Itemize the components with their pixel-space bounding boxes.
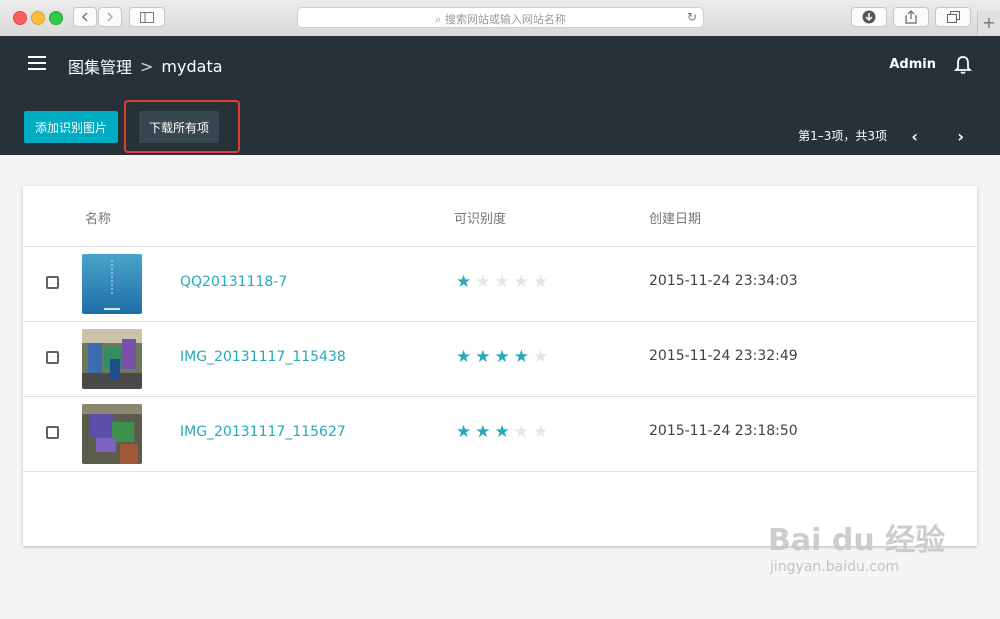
star-empty-icon: ★ bbox=[475, 272, 495, 292]
row-checkbox[interactable] bbox=[46, 426, 59, 439]
star-empty-icon: ★ bbox=[513, 422, 533, 442]
star-filled-icon: ★ bbox=[513, 347, 533, 367]
tabs-overview-button[interactable] bbox=[935, 7, 971, 27]
next-page-button[interactable]: › bbox=[957, 127, 964, 146]
search-icon: ⌕ bbox=[435, 13, 442, 26]
prev-page-button[interactable]: ‹ bbox=[911, 127, 918, 146]
reload-icon[interactable]: ↻ bbox=[687, 10, 697, 24]
created-date: 2015-11-24 23:18:50 bbox=[649, 423, 798, 439]
user-name[interactable]: Admin bbox=[889, 57, 936, 72]
table-row[interactable]: IMG_20131117_115627 ★★★★★ 2015-11-24 23:… bbox=[23, 397, 977, 472]
created-date: 2015-11-24 23:32:49 bbox=[649, 348, 798, 364]
download-all-button[interactable]: 下载所有项 bbox=[139, 111, 219, 143]
address-placeholder: ⌕ 搜索网站或输入网站名称 bbox=[298, 11, 703, 27]
image-name-link[interactable]: IMG_20131117_115438 bbox=[180, 349, 346, 365]
table-header: 名称 可识别度 创建日期 bbox=[23, 186, 977, 247]
sidebar-toggle-button[interactable] bbox=[129, 7, 165, 27]
row-checkbox[interactable] bbox=[46, 276, 59, 289]
pagination-text: 第1–3项，共3项 bbox=[798, 129, 887, 143]
address-placeholder-text: 搜索网站或输入网站名称 bbox=[444, 13, 566, 26]
data-table: 名称 可识别度 创建日期 QQ20131118-7 ★★★★★ 2015-11-… bbox=[23, 186, 977, 546]
browser-toolbar: ⌕ 搜索网站或输入网站名称 ↻ + bbox=[0, 0, 1000, 37]
minimize-window-button[interactable] bbox=[31, 11, 45, 25]
star-empty-icon: ★ bbox=[533, 272, 553, 292]
watermark-url: jingyan.baidu.com bbox=[770, 559, 900, 575]
star-filled-icon: ★ bbox=[475, 347, 495, 367]
star-empty-icon: ★ bbox=[513, 272, 533, 292]
share-icon bbox=[905, 10, 917, 24]
star-filled-icon: ★ bbox=[475, 422, 495, 442]
column-header-created[interactable]: 创建日期 bbox=[649, 208, 701, 227]
watermark-brand: Bai du 经验 bbox=[768, 523, 946, 558]
back-button[interactable] bbox=[73, 7, 97, 27]
star-empty-icon: ★ bbox=[494, 272, 514, 292]
close-window-button[interactable] bbox=[13, 11, 27, 25]
watermark: Bai du 经验 jingyan.baidu.com bbox=[768, 515, 945, 575]
star-filled-icon: ★ bbox=[494, 422, 514, 442]
rating-stars: ★★★★★ bbox=[456, 422, 552, 442]
rating-stars: ★★★★★ bbox=[456, 347, 552, 367]
download-icon bbox=[862, 10, 876, 24]
notification-bell-icon[interactable] bbox=[953, 55, 973, 75]
star-filled-icon: ★ bbox=[456, 347, 476, 367]
star-filled-icon: ★ bbox=[456, 272, 476, 292]
breadcrumb-current: mydata bbox=[161, 56, 223, 76]
image-name-link[interactable]: QQ20131118-7 bbox=[180, 274, 287, 290]
add-image-button[interactable]: 添加识别图片 bbox=[24, 111, 118, 143]
share-button[interactable] bbox=[893, 7, 929, 27]
image-thumbnail[interactable] bbox=[82, 254, 142, 314]
breadcrumb-root[interactable]: 图集管理 bbox=[68, 54, 132, 78]
star-filled-icon: ★ bbox=[456, 422, 476, 442]
maximize-window-button[interactable] bbox=[49, 11, 63, 25]
downloads-button[interactable] bbox=[851, 7, 887, 27]
table-row[interactable]: QQ20131118-7 ★★★★★ 2015-11-24 23:34:03 bbox=[23, 247, 977, 322]
image-thumbnail[interactable] bbox=[82, 329, 142, 389]
image-thumbnail[interactable] bbox=[82, 404, 142, 464]
sidebar-icon bbox=[140, 11, 154, 23]
forward-button[interactable] bbox=[98, 7, 122, 27]
image-name-link[interactable]: IMG_20131117_115627 bbox=[180, 424, 346, 440]
table-row[interactable]: IMG_20131117_115438 ★★★★★ 2015-11-24 23:… bbox=[23, 322, 977, 397]
column-header-recognizability[interactable]: 可识别度 bbox=[454, 208, 506, 227]
star-filled-icon: ★ bbox=[494, 347, 514, 367]
breadcrumb-separator: > bbox=[140, 56, 154, 76]
star-empty-icon: ★ bbox=[533, 347, 553, 367]
hamburger-menu-icon[interactable] bbox=[28, 56, 46, 70]
address-bar[interactable]: ⌕ 搜索网站或输入网站名称 ↻ bbox=[297, 7, 704, 28]
row-checkbox[interactable] bbox=[46, 351, 59, 364]
column-header-name[interactable]: 名称 bbox=[85, 208, 111, 227]
chevron-right-icon bbox=[107, 12, 114, 22]
tabs-icon bbox=[946, 11, 960, 23]
chevron-left-icon bbox=[81, 12, 88, 22]
breadcrumb: 图集管理 > mydata bbox=[68, 54, 223, 78]
star-empty-icon: ★ bbox=[533, 422, 553, 442]
created-date: 2015-11-24 23:34:03 bbox=[649, 273, 798, 289]
new-tab-button[interactable]: + bbox=[977, 11, 1000, 35]
rating-stars: ★★★★★ bbox=[456, 272, 552, 292]
